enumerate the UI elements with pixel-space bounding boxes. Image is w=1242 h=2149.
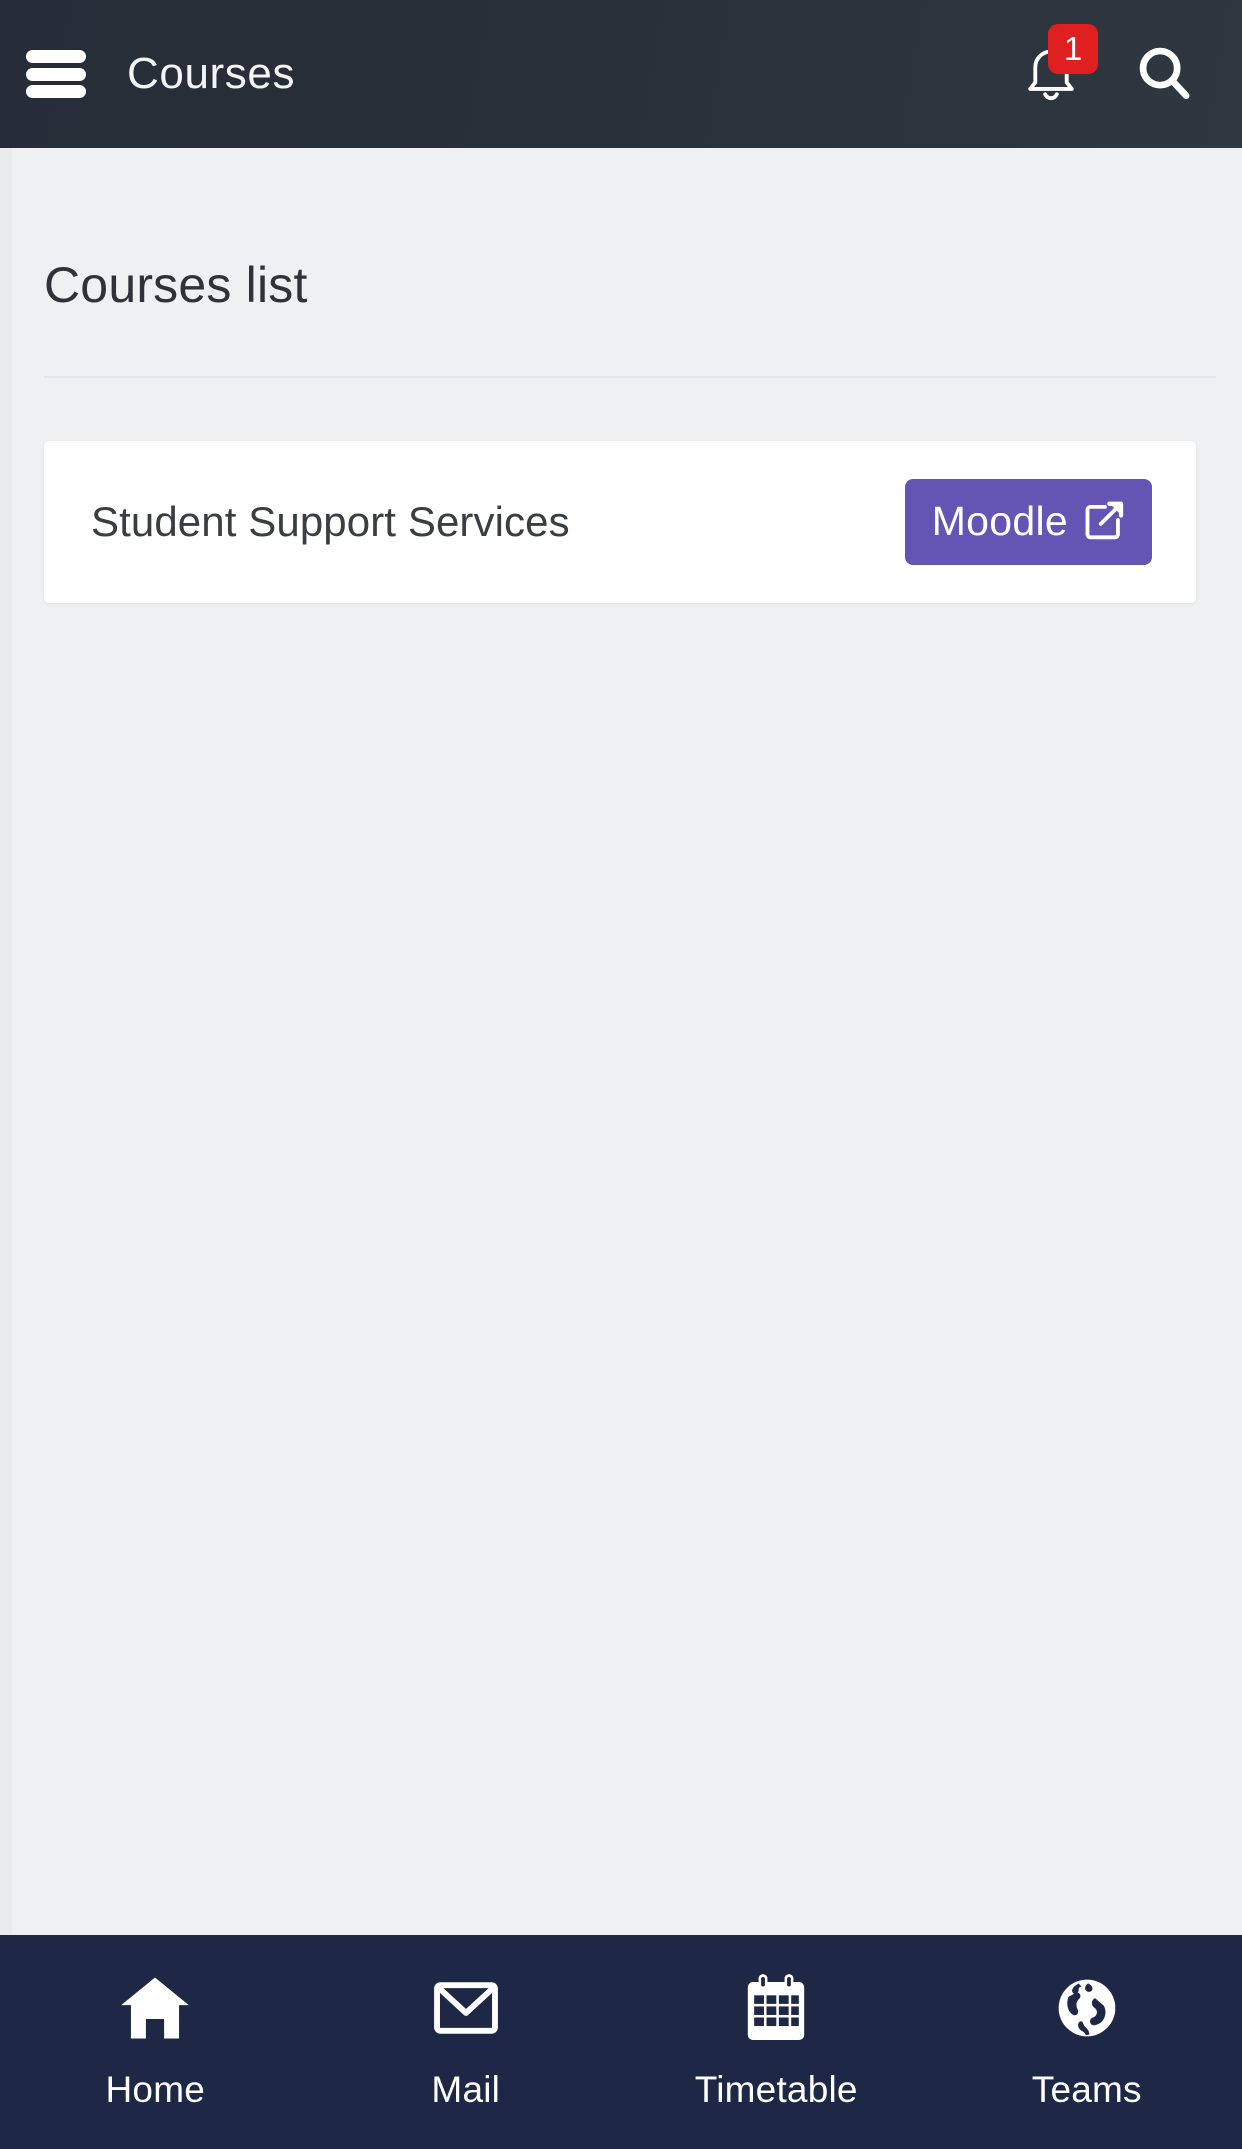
nav-label-mail: Mail	[431, 2069, 501, 2110]
nav-label-timetable: Timetable	[694, 2069, 858, 2110]
hamburger-bar-2	[26, 67, 86, 81]
main-content: Courses list Student Support Services Mo…	[0, 148, 1242, 1935]
nav-label-home: Home	[105, 2069, 205, 2110]
notifications-button[interactable]: 1	[1020, 24, 1098, 110]
course-list-item[interactable]: Student Support Services Moodle	[44, 441, 1196, 603]
hamburger-menu-icon[interactable]	[22, 46, 90, 102]
home-icon	[116, 1967, 194, 2049]
notification-badge: 1	[1048, 24, 1098, 74]
course-name: Student Support Services	[91, 498, 570, 545]
hamburger-bar-3	[26, 85, 86, 98]
search-button[interactable]	[1132, 42, 1196, 106]
app-header: Courses 1	[0, 0, 1242, 148]
envelope-icon	[429, 1967, 503, 2049]
nav-item-mail[interactable]: Mail	[311, 1935, 622, 2149]
calendar-icon	[738, 1967, 814, 2049]
search-icon	[1133, 41, 1195, 108]
header-actions: 1	[1020, 24, 1196, 110]
nav-item-home[interactable]: Home	[0, 1935, 311, 2149]
nav-label-teams: Teams	[1031, 2069, 1142, 2110]
page-title: Courses list	[44, 257, 308, 313]
globe-icon	[1050, 1967, 1124, 2049]
title-divider	[44, 376, 1216, 378]
page-title-header: Courses	[127, 49, 296, 98]
moodle-button-label: Moodle	[931, 497, 1068, 544]
external-link-icon	[1082, 499, 1126, 543]
nav-item-teams[interactable]: Teams	[932, 1935, 1242, 2149]
nav-item-timetable[interactable]: Timetable	[621, 1935, 932, 2149]
bottom-navigation: Home Mail Timetable Teams	[0, 1935, 1242, 2149]
hamburger-bar-1	[26, 50, 86, 63]
moodle-link-button[interactable]: Moodle	[904, 479, 1152, 565]
